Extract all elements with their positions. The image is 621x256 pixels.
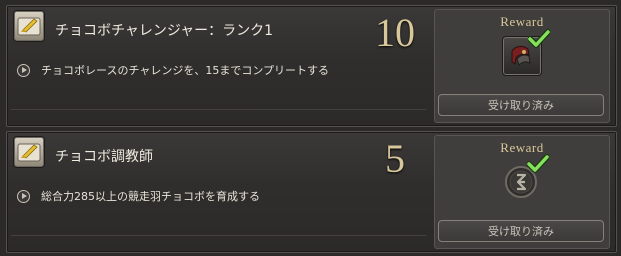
reward-panel: Reward 受け取り済み <box>434 9 610 123</box>
check-icon <box>528 29 550 48</box>
achievement-title: チョコボチャレンジャー：ランク1 <box>55 23 274 39</box>
claimed-button[interactable]: 受け取り済み <box>438 94 604 116</box>
achievement-icon <box>13 10 45 42</box>
achievement-icon <box>13 136 45 168</box>
divider <box>11 109 426 110</box>
achievement-card[interactable]: チョコボ調教師 5 総合力285以上の競走羽チョコボを育成する Reward 受… <box>6 131 617 253</box>
reward-heading: Reward <box>500 14 544 29</box>
check-icon <box>527 154 549 173</box>
play-icon <box>17 64 30 77</box>
achievement-points: 5 <box>385 136 405 181</box>
title-reward-icon[interactable] <box>502 154 549 200</box>
achievement-points: 10 <box>375 10 415 55</box>
reward-heading: Reward <box>500 140 544 155</box>
chocobo-saddle-item-icon[interactable] <box>502 29 550 76</box>
achievement-card[interactable]: チョコボチャレンジャー：ランク1 10 チョコボレースのチャレンジを、15までコ… <box>6 5 617 127</box>
achievement-title: チョコボ調教師 <box>55 149 153 165</box>
achievement-description: 総合力285以上の競走羽チョコボを育成する <box>41 190 260 203</box>
achievement-description: チョコボレースのチャレンジを、15までコンプリートする <box>41 64 330 77</box>
play-icon <box>17 190 30 203</box>
achievement-list: チョコボチャレンジャー：ランク1 10 チョコボレースのチャレンジを、15までコ… <box>0 0 621 256</box>
reward-panel: Reward 受け取り済み <box>434 135 610 249</box>
divider <box>11 235 426 236</box>
claimed-button[interactable]: 受け取り済み <box>438 220 604 242</box>
